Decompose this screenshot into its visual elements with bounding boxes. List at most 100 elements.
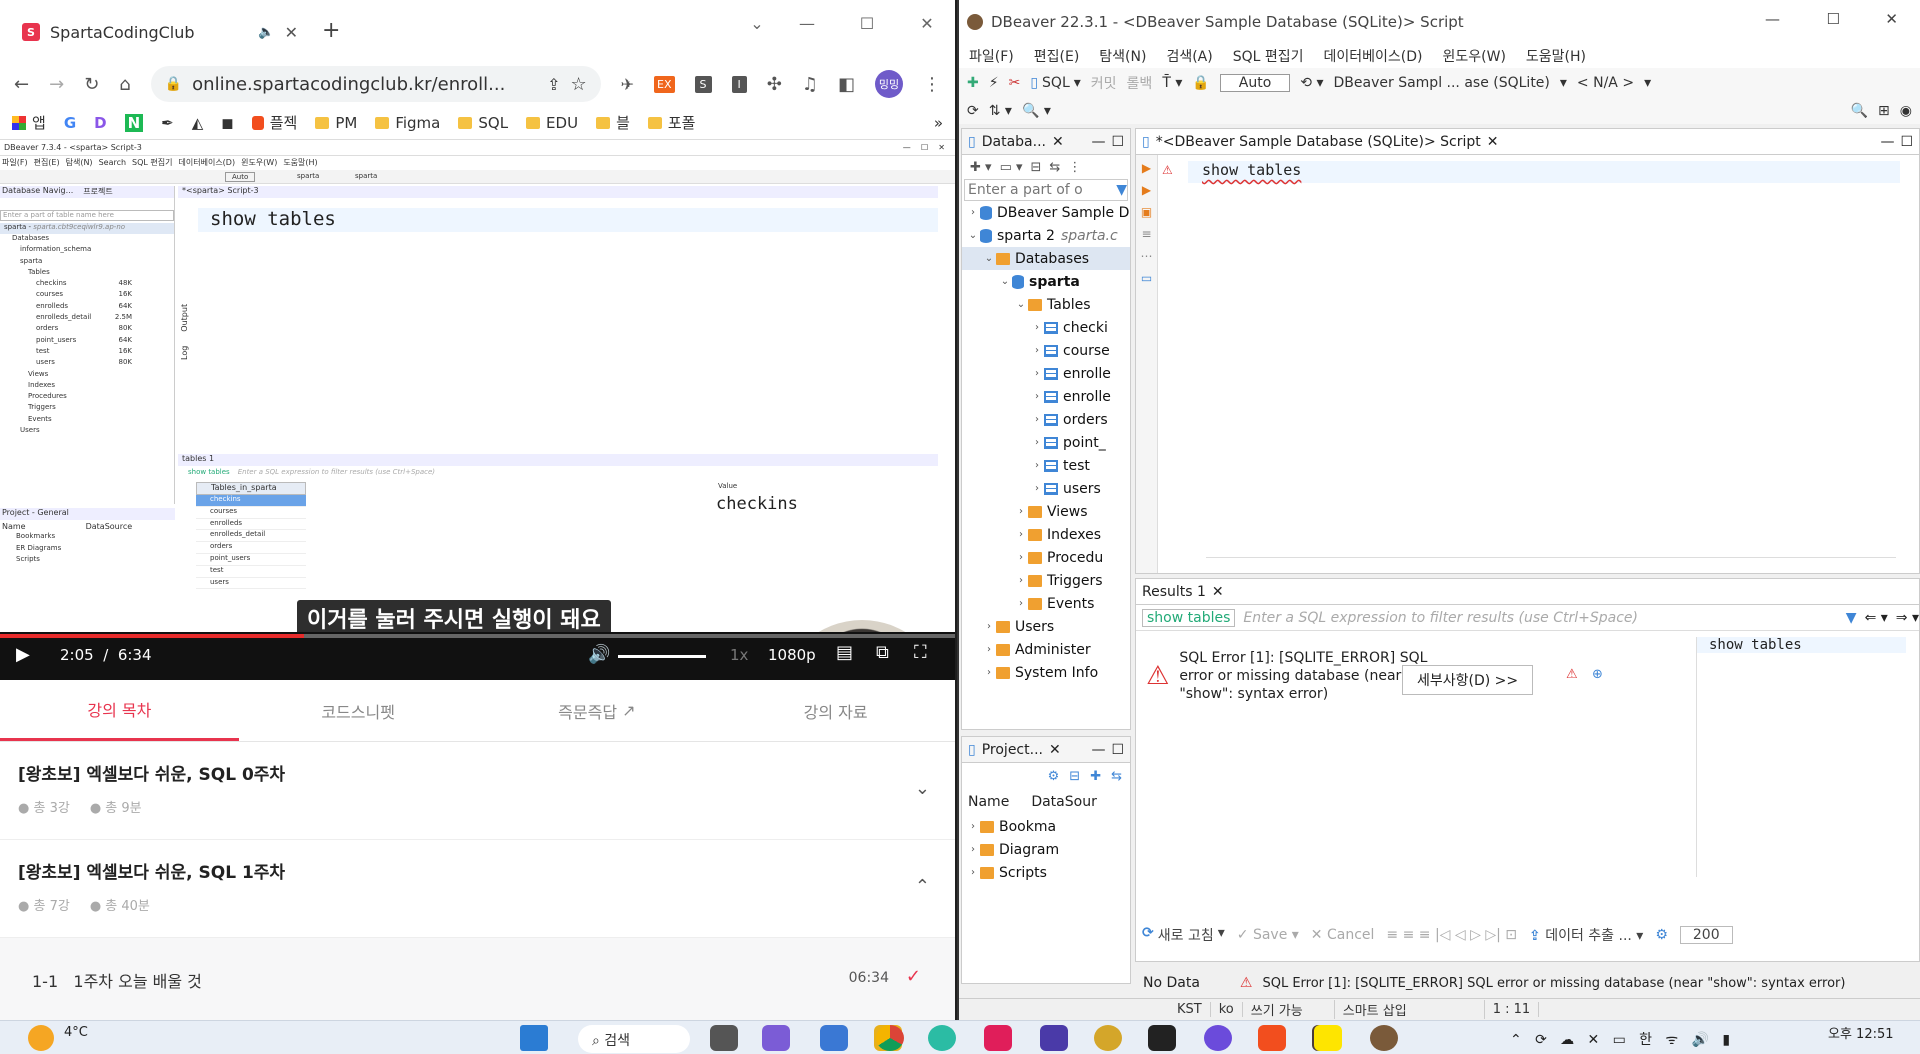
tree-node[interactable]: › test [962,454,1130,477]
app-icon-2[interactable] [1094,1025,1122,1051]
fetch-size-input[interactable]: 200 [1679,926,1733,944]
chevron-right-icon[interactable]: › [1030,437,1044,448]
figma-icon[interactable] [1258,1025,1286,1051]
close-window-icon[interactable]: ✕ [1885,10,1898,28]
menu-item[interactable]: 검색(A) [1166,46,1212,66]
teams-icon[interactable] [762,1025,790,1051]
tree-node[interactable]: › System Info [962,661,1130,684]
connection-selector[interactable]: DBeaver Sampl ... ase (SQLite) [1334,75,1550,91]
tab-qna[interactable]: 즉문즉답 ↗ [478,680,717,741]
chevron-right-icon[interactable]: › [1014,552,1028,563]
chevron-right-icon[interactable]: › [1014,529,1028,540]
cube-icon[interactable]: ◼ [221,114,233,132]
cancel-button[interactable]: ✕ Cancel [1311,927,1375,943]
url-bar[interactable]: 🔒 online.spartacodingclub.kr/enroll... ⇪… [150,66,601,102]
fetch-settings-icon[interactable]: ⚙ [1655,927,1668,943]
edge-icon[interactable] [928,1025,956,1051]
n-icon[interactable]: N [124,113,144,132]
bookmark-edu[interactable]: EDU [526,114,578,132]
extension-ex-icon[interactable]: EX [654,75,675,93]
tree-node[interactable]: ⌄ Tables [962,293,1130,316]
extensions-puzzle-icon[interactable]: ✣ [767,74,782,95]
maximize-panel-icon[interactable]: ☐ [1900,134,1913,150]
menu-item[interactable]: 편집(E) [1034,46,1080,66]
navigate-icon[interactable]: ⇅ ▾ [989,103,1012,119]
extension-send-icon[interactable]: ✈ [621,75,634,94]
quality-button[interactable]: 1080p [768,646,816,664]
navigator-tab[interactable]: Databa... [982,134,1046,150]
chevron-right-icon[interactable]: › [1014,598,1028,609]
tree-node[interactable]: ⌄ sparta [962,270,1130,293]
tab-materials[interactable]: 강의 자료 [716,680,955,741]
taskbar-search[interactable]: ⌕ 검색 [578,1025,690,1053]
chrome-icon[interactable] [876,1025,904,1051]
new-connection-icon[interactable]: ✚ ▾ [970,160,992,175]
project-item[interactable]: › Diagram [962,838,1130,861]
commit-button[interactable]: 커밋 [1091,73,1117,93]
chevron-down-icon[interactable]: ⌄ [982,253,996,264]
volume-icon[interactable]: 🔊 [588,644,610,665]
new-tab-icon[interactable]: + [322,18,340,43]
browser-tab[interactable]: S SpartaCodingClub 🔈 ✕ [10,12,310,52]
connection-dropdown-icon[interactable]: ▾ [1560,75,1567,91]
settings-icon[interactable]: ⚙ [1048,769,1060,784]
tab-toc[interactable]: 강의 목차 [0,680,239,741]
panel-toggle-icon[interactable]: ▭ [1141,271,1152,285]
lecture-video[interactable]: DBeaver 7.3.4 - <sparta> Script-3 — ☐ ✕ … [0,140,955,680]
bookmark-sql[interactable]: SQL [458,114,508,132]
extension-i-icon[interactable]: I [731,75,747,93]
link-icon[interactable]: ⇆ [1111,769,1122,784]
mute-icon[interactable]: 🔈 [258,25,274,40]
chevron-right-icon[interactable]: › [966,844,980,855]
sql-editor-button[interactable]: ▯ SQL ▾ [1030,75,1080,91]
maximize-panel-icon[interactable]: ☐ [1111,134,1124,150]
tree-node[interactable]: › course [962,339,1130,362]
windows-start-icon[interactable] [520,1025,548,1051]
more-icon[interactable]: ⋯ [1141,249,1153,263]
home-icon[interactable]: ⌂ [119,74,130,95]
chevron-down-icon[interactable]: ⌄ [915,778,930,799]
close-tab-icon[interactable]: ✕ [285,23,298,42]
execute-statement-icon[interactable]: ▶ [1142,161,1151,175]
help-icon[interactable]: ⊕ [1592,667,1603,682]
bookmark-apps[interactable]: 앱 [12,112,46,133]
tab-snippet[interactable]: 코드스니펫 [239,680,478,741]
chevron-right-icon[interactable]: › [966,867,980,878]
pen-icon[interactable]: ✒ [161,114,174,132]
tree-node[interactable]: › Users [962,615,1130,638]
script-tab[interactable]: *<DBeaver Sample Database (SQLite)> Scri… [1156,134,1481,150]
chevron-right-icon[interactable]: › [1030,391,1044,402]
forward-icon[interactable]: → [49,74,64,95]
menu-item[interactable]: 데이터베이스(D) [1324,46,1423,66]
weather-icon[interactable] [28,1025,54,1051]
format-icon[interactable]: ≡ [1141,227,1151,241]
close-icon[interactable]: ✕ [1487,134,1499,150]
export-button[interactable]: ⇪ 데이터 추출 ... ▾ [1529,925,1643,945]
menu-icon[interactable]: ⋮ [1068,160,1081,175]
folder-add-icon[interactable]: ▭ ▾ [1000,160,1023,175]
media-icon[interactable]: ♫ [802,74,818,95]
results-filter-input[interactable]: Enter a SQL expression to filter results… [1243,610,1638,626]
bookmark-star-icon[interactable]: ☆ [570,74,586,95]
rollback-button[interactable]: 롤백 [1127,73,1153,93]
auto-commit-field[interactable]: Auto [1219,74,1291,92]
save-button[interactable]: ✓ Save ▾ [1237,927,1299,943]
captions-icon[interactable]: ▤ [836,642,853,663]
tree-node[interactable]: › Events [962,592,1130,615]
clock[interactable]: 오후 12:51 [1828,1023,1894,1042]
notion-icon[interactable] [1148,1025,1176,1051]
close-icon[interactable]: ✕ [1052,134,1064,150]
bookmark-pm[interactable]: PM [315,114,357,132]
error-log-icon[interactable]: ⚠ [1566,667,1578,682]
chevron-right-icon[interactable]: › [966,207,980,218]
maximize-panel-icon[interactable]: ☐ [1111,742,1124,758]
chevron-right-icon[interactable]: › [1030,414,1044,425]
tree-node[interactable]: › orders [962,408,1130,431]
link-icon[interactable]: ⇆ [1049,160,1060,175]
add-icon[interactable]: ✚ [1090,769,1101,784]
triangle-icon[interactable]: ◭ [192,114,204,132]
filter-icon[interactable]: ▼ [1116,182,1127,198]
profile-avatar[interactable]: 밍밍 [875,70,903,98]
minimize-panel-icon[interactable]: — [1091,742,1105,758]
chevron-right-icon[interactable]: › [1030,460,1044,471]
